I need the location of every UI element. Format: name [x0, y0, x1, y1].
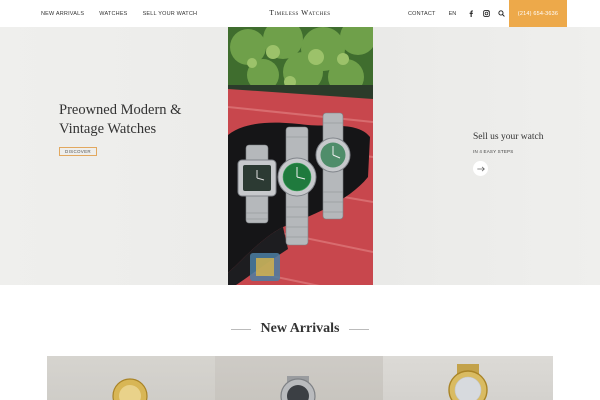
hero-right-panel	[373, 27, 600, 285]
product-card[interactable]	[47, 356, 215, 400]
sell-watch-subtitle: IN 4 EASY STEPS	[473, 149, 514, 154]
facebook-icon[interactable]	[467, 10, 475, 18]
product-card[interactable]	[215, 356, 383, 400]
arrow-right-icon[interactable]	[473, 161, 488, 176]
hero-left-panel	[0, 27, 228, 285]
phone-button[interactable]: (214) 654-3636	[509, 0, 567, 27]
nav-new-arrivals[interactable]: NEW ARRIVALS	[41, 11, 84, 17]
primary-nav: NEW ARRIVALS WATCHES SELL YOUR WATCH	[41, 0, 197, 27]
hero-title: Preowned Modern & Vintage Watches	[59, 101, 219, 139]
instagram-icon[interactable]	[482, 10, 490, 18]
discover-button[interactable]: DISCOVER	[59, 147, 97, 156]
search-icon[interactable]	[497, 10, 505, 18]
sell-watch-title[interactable]: Sell us your watch	[473, 132, 543, 142]
heading-divider-left	[230, 328, 251, 330]
nav-contact[interactable]: CONTACT	[408, 11, 436, 17]
product-card[interactable]	[383, 356, 553, 400]
watch-image	[112, 378, 148, 400]
hero-title-line-2: Vintage Watches	[59, 121, 157, 137]
new-arrivals-title: New Arrivals	[260, 321, 340, 336]
secondary-nav: CONTACT EN	[408, 0, 512, 27]
watch-image	[280, 376, 316, 400]
hero-title-line-1: Preowned Modern &	[59, 102, 182, 118]
site-header: NEW ARRIVALS WATCHES SELL YOUR WATCH Tim…	[0, 0, 600, 27]
new-arrivals-carousel	[47, 356, 553, 400]
nav-sell-your-watch[interactable]: SELL YOUR WATCH	[143, 11, 198, 17]
watch-image	[448, 364, 488, 400]
heading-divider-right	[349, 328, 370, 330]
new-arrivals-heading: New Arrivals	[0, 317, 600, 341]
nav-watches[interactable]: WATCHES	[99, 11, 127, 17]
hero-watches-photo	[228, 27, 373, 285]
language-switcher[interactable]: EN	[449, 11, 457, 17]
hero-banner	[0, 27, 600, 285]
